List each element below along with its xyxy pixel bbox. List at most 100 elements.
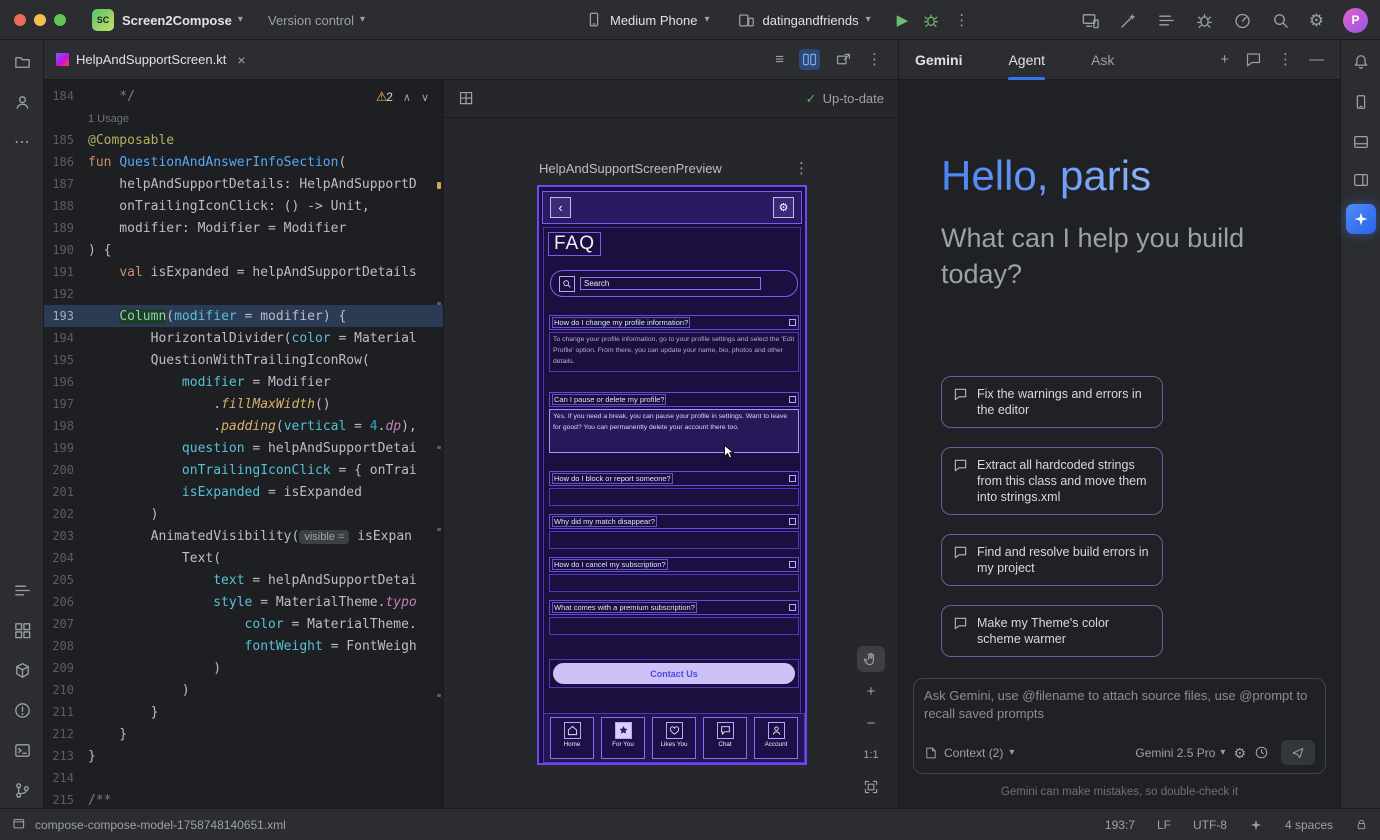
- tab-ask[interactable]: Ask: [1091, 40, 1114, 80]
- project-folder-icon[interactable]: [12, 52, 32, 72]
- more-actions-menu[interactable]: ⋮: [954, 13, 969, 28]
- editor-options-icon[interactable]: ⋮: [867, 52, 882, 67]
- next-warning-icon[interactable]: ∨: [421, 91, 429, 104]
- faq-question-row[interactable]: Can I pause or delete my profile?: [549, 392, 799, 407]
- resource-manager-icon[interactable]: [12, 620, 32, 640]
- nav-item-likes-you[interactable]: Likes You: [652, 717, 696, 759]
- faq-question-row[interactable]: What comes with a premium subscription?: [549, 600, 799, 615]
- file-encoding[interactable]: UTF-8: [1193, 818, 1227, 832]
- ai-spark-icon[interactable]: [1249, 818, 1263, 832]
- insights-bug-icon[interactable]: [1195, 11, 1214, 30]
- settings-icon[interactable]: ⚙: [1309, 12, 1324, 29]
- code-line[interactable]: 194 HorizontalDivider(color = Material: [44, 327, 443, 349]
- ai-actions-icon[interactable]: [1119, 11, 1138, 30]
- code-line[interactable]: 204 Text(: [44, 547, 443, 569]
- faq-expand-icon[interactable]: [789, 561, 796, 568]
- terminal-icon[interactable]: [12, 740, 32, 760]
- code-line[interactable]: 201 isExpanded = isExpanded: [44, 481, 443, 503]
- code-line[interactable]: 188 onTrailingIconClick: () -> Unit,: [44, 195, 443, 217]
- nav-item-chat[interactable]: Chat: [703, 717, 747, 759]
- code-line[interactable]: 206 style = MaterialTheme.typo: [44, 591, 443, 613]
- profiler-icon[interactable]: [1233, 11, 1252, 30]
- faq-expand-icon[interactable]: [789, 518, 796, 525]
- code-line[interactable]: 212 }: [44, 723, 443, 745]
- nav-item-home[interactable]: Home: [550, 717, 594, 759]
- maximize-window-button[interactable]: [54, 14, 66, 26]
- zoom-actual-size-button[interactable]: 1:1: [857, 742, 885, 768]
- pan-tool-icon[interactable]: [857, 646, 885, 672]
- code-line[interactable]: 199 question = helpAndSupportDetai: [44, 437, 443, 459]
- layout-right-icon[interactable]: [1351, 170, 1371, 190]
- nav-item-for-you[interactable]: For You: [601, 717, 645, 759]
- nav-item-account[interactable]: Account: [754, 717, 798, 759]
- code-line[interactable]: 195 QuestionWithTrailingIconRow(: [44, 349, 443, 371]
- code-line[interactable]: 196 modifier = Modifier: [44, 371, 443, 393]
- running-devices-icon[interactable]: [1351, 92, 1371, 112]
- code-inlay-row[interactable]: 1 Usage: [44, 107, 443, 129]
- faq-question-row[interactable]: How do I cancel my subscription?: [549, 557, 799, 572]
- code-line[interactable]: 203 AnimatedVisibility(visible = isExpan: [44, 525, 443, 547]
- code-line[interactable]: 209 ): [44, 657, 443, 679]
- search-bar[interactable]: Search: [550, 270, 798, 297]
- code-line[interactable]: 192: [44, 283, 443, 305]
- preview-grid-icon[interactable]: [458, 90, 475, 107]
- code-editor[interactable]: 184 */1 Usage185@Composable186fun Questi…: [44, 80, 443, 808]
- new-chat-icon[interactable]: +: [1220, 52, 1229, 67]
- code-line[interactable]: 186fun QuestionAndAnswerInfoSection(: [44, 151, 443, 173]
- code-line[interactable]: 193 Column(modifier = modifier) {: [44, 305, 443, 327]
- faq-expand-icon[interactable]: [789, 604, 796, 611]
- send-button[interactable]: [1281, 740, 1315, 765]
- layout-bottom-icon[interactable]: [1351, 132, 1371, 152]
- faq-question-row[interactable]: How do I block or report someone?: [549, 471, 799, 486]
- run-configuration-selector[interactable]: datingandfriends ▾: [737, 11, 870, 29]
- previous-warning-icon[interactable]: ∧: [403, 91, 411, 104]
- code-line[interactable]: 207 color = MaterialTheme.: [44, 613, 443, 635]
- code-line[interactable]: 214: [44, 767, 443, 789]
- structure-menu-icon[interactable]: ≡: [775, 52, 784, 67]
- history-icon[interactable]: [1254, 745, 1269, 760]
- code-line[interactable]: 185@Composable: [44, 129, 443, 151]
- code-line[interactable]: 213}: [44, 745, 443, 767]
- preview-name-label[interactable]: HelpAndSupportScreenPreview: [539, 161, 722, 176]
- code-line[interactable]: 197 .fillMaxWidth(): [44, 393, 443, 415]
- close-window-button[interactable]: [14, 14, 26, 26]
- code-line[interactable]: 202 ): [44, 503, 443, 525]
- code-line[interactable]: 200 onTrailingIconClick = { onTrai: [44, 459, 443, 481]
- problems-icon[interactable]: [12, 700, 32, 720]
- gemini-suggestion-card[interactable]: Fix the warnings and errors in the edito…: [941, 376, 1163, 428]
- code-line[interactable]: 198 .padding(vertical = 4.dp),: [44, 415, 443, 437]
- faq-expand-icon[interactable]: [789, 475, 796, 482]
- settings-gear-icon[interactable]: ⚙: [773, 197, 794, 218]
- logcat-icon[interactable]: [12, 580, 32, 600]
- line-ending[interactable]: LF: [1157, 818, 1171, 832]
- version-control-menu[interactable]: Version control ▾: [268, 0, 365, 40]
- device-manager-icon[interactable]: [1081, 11, 1100, 30]
- list-icon[interactable]: [1157, 11, 1176, 30]
- more-tool-windows-icon[interactable]: ⋯: [12, 132, 32, 152]
- run-button[interactable]: ▶: [897, 11, 909, 29]
- split-editor-icon[interactable]: [799, 49, 820, 70]
- context-selector[interactable]: Context (2) ▾: [924, 746, 1014, 760]
- close-icon[interactable]: ×: [237, 52, 245, 68]
- usages-inlay-hint[interactable]: 1 Usage: [88, 113, 129, 125]
- tab-help-and-support-screen[interactable]: HelpAndSupportScreen.kt ×: [44, 40, 258, 80]
- project-selector[interactable]: Screen2Compose ▾: [122, 0, 243, 40]
- search-icon[interactable]: [1271, 11, 1290, 30]
- preview-sync-status[interactable]: ✓ Up-to-date: [806, 91, 884, 107]
- gemini-tool-button[interactable]: [1346, 204, 1376, 234]
- code-line[interactable]: 191 val isExpanded = helpAndSupportDetai…: [44, 261, 443, 283]
- hide-panel-icon[interactable]: —: [1309, 52, 1324, 67]
- gemini-suggestion-card[interactable]: Extract all hardcoded strings from this …: [941, 447, 1163, 515]
- zoom-out-icon[interactable]: −: [857, 710, 885, 736]
- avatar[interactable]: P: [1343, 8, 1368, 33]
- build-icon[interactable]: [12, 660, 32, 680]
- faq-expand-icon[interactable]: [789, 319, 796, 326]
- code-line[interactable]: 205 text = helpAndSupportDetai: [44, 569, 443, 591]
- model-selector[interactable]: Gemini 2.5 Pro ▾: [1135, 746, 1225, 760]
- gemini-suggestion-card[interactable]: Make my Theme's color scheme warmer: [941, 605, 1163, 657]
- gemini-options-icon[interactable]: ⋮: [1278, 52, 1293, 67]
- inspections-widget[interactable]: ⚠ 2 ∧ ∨: [372, 87, 433, 107]
- notifications-bell-icon[interactable]: [1351, 52, 1371, 72]
- lock-icon[interactable]: [1355, 818, 1368, 831]
- minimize-window-button[interactable]: [34, 14, 46, 26]
